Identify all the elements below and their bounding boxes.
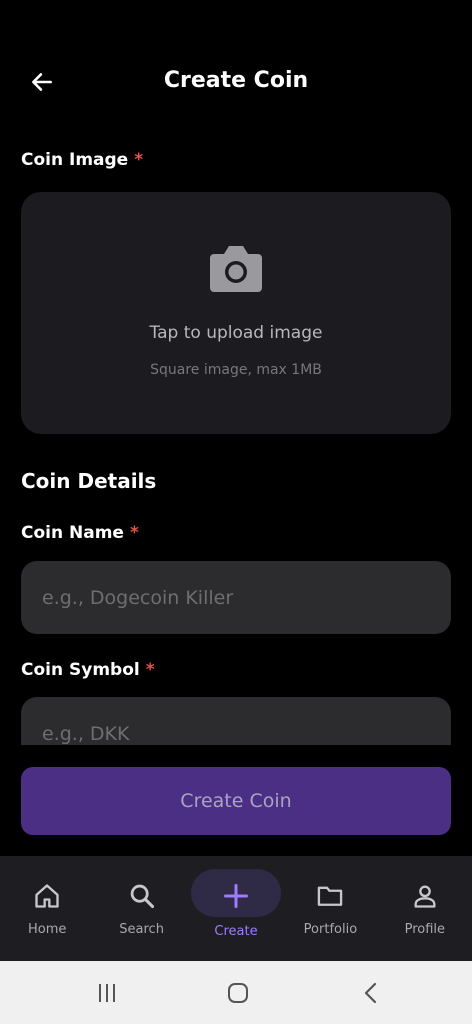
upload-prompt: Tap to upload image bbox=[149, 323, 323, 343]
system-navigation-bar bbox=[0, 961, 472, 1024]
search-icon bbox=[128, 882, 156, 910]
system-back-button[interactable] bbox=[356, 979, 386, 1007]
home-icon bbox=[33, 882, 61, 910]
nav-item-profile[interactable]: Profile bbox=[378, 856, 472, 961]
upload-hint: Square image, max 1MB bbox=[150, 362, 322, 378]
required-mark: * bbox=[129, 523, 139, 543]
nav-item-create[interactable]: Create bbox=[189, 856, 283, 961]
nav-label-home: Home bbox=[28, 922, 67, 937]
required-mark: * bbox=[145, 660, 155, 680]
recent-apps-icon bbox=[99, 984, 115, 1002]
image-upload-area[interactable]: Tap to upload image Square image, max 1M… bbox=[21, 192, 451, 434]
nav-item-home[interactable]: Home bbox=[0, 856, 94, 961]
nav-label-create: Create bbox=[214, 924, 258, 939]
folder-icon bbox=[316, 882, 344, 910]
coin-name-label-text: Coin Name bbox=[21, 523, 124, 543]
page-title: Create Coin bbox=[163, 68, 309, 93]
coin-details-title: Coin Details bbox=[21, 469, 157, 493]
nav-label-profile: Profile bbox=[404, 922, 446, 937]
coin-name-input[interactable] bbox=[21, 561, 451, 634]
coin-symbol-input[interactable] bbox=[21, 697, 451, 745]
coin-image-label-text: Coin Image bbox=[21, 150, 129, 170]
nav-label-search: Search bbox=[119, 922, 164, 937]
nav-label-portfolio: Portfolio bbox=[303, 922, 358, 937]
bottom-navigation: Home Search Create Portfolio Profile bbox=[0, 856, 472, 961]
home-circle-icon bbox=[228, 983, 248, 1003]
coin-image-label: Coin Image * bbox=[21, 150, 143, 170]
nav-item-portfolio[interactable]: Portfolio bbox=[283, 856, 377, 961]
chevron-left-icon bbox=[364, 982, 377, 1004]
nav-item-search[interactable]: Search bbox=[94, 856, 188, 961]
required-mark: * bbox=[134, 150, 144, 170]
coin-symbol-label-text: Coin Symbol bbox=[21, 660, 140, 680]
camera-icon bbox=[210, 246, 262, 292]
person-icon bbox=[411, 882, 439, 910]
app-header: Create Coin bbox=[0, 52, 472, 112]
plus-icon bbox=[222, 882, 250, 910]
scroll-clip bbox=[0, 690, 472, 745]
coin-symbol-label: Coin Symbol * bbox=[21, 660, 155, 680]
coin-name-label: Coin Name * bbox=[21, 523, 139, 543]
home-system-button[interactable] bbox=[223, 979, 253, 1007]
recent-apps-button[interactable] bbox=[92, 979, 122, 1007]
create-coin-button[interactable]: Create Coin bbox=[21, 767, 451, 835]
